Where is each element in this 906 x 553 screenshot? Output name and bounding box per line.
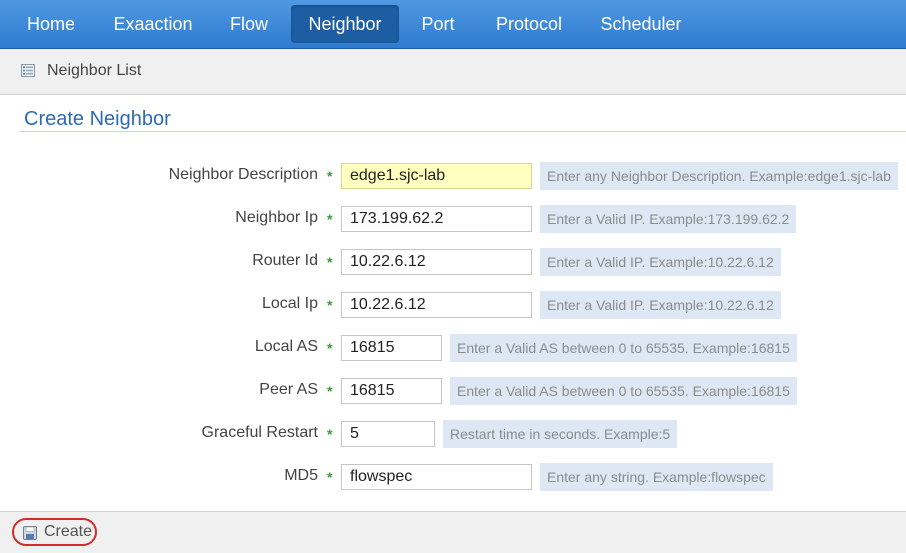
local-as-label: Local AS [254, 338, 318, 355]
required-marker: * [327, 254, 333, 270]
neighbor-ip-hint: Enter a Valid IP. Example:173.199.62.2 [540, 205, 797, 233]
graceful-restart-label: Graceful Restart [201, 424, 318, 441]
neighbor-description-input[interactable] [341, 163, 532, 189]
nav-port[interactable]: Port [410, 5, 466, 43]
required-marker: * [327, 340, 333, 356]
router-id-input[interactable] [341, 249, 532, 275]
list-icon [21, 64, 35, 77]
local-ip-label: Local Ip [261, 295, 318, 312]
md5-label: MD5 [284, 467, 318, 484]
peer-as-label: Peer AS [259, 381, 318, 398]
page-title: Create Neighbor [24, 108, 171, 130]
local-as-hint: Enter a Valid AS between 0 to 65535. Exa… [450, 334, 797, 362]
neighbor-list-link[interactable]: Neighbor List [47, 62, 141, 80]
peer-as-hint: Enter a Valid AS between 0 to 65535. Exa… [450, 377, 797, 405]
create-button[interactable]: Create [12, 518, 97, 546]
md5-hint: Enter any string. Example:flowspec [540, 463, 773, 491]
neighbor-description-label: Neighbor Description [168, 166, 318, 183]
nav-neighbor[interactable]: Neighbor [291, 5, 399, 43]
router-id-hint: Enter a Valid IP. Example:10.22.6.12 [540, 248, 781, 276]
router-id-label: Router Id [252, 252, 318, 269]
create-button-label: Create [44, 523, 93, 540]
required-marker: * [327, 426, 333, 442]
nav-scheduler[interactable]: Scheduler [590, 5, 692, 43]
required-marker: * [327, 168, 333, 184]
required-marker: * [327, 383, 333, 399]
neighbor-ip-label: Neighbor Ip [235, 209, 318, 226]
neighbor-ip-input[interactable] [341, 206, 532, 232]
required-marker: * [327, 469, 333, 485]
title-divider [19, 131, 906, 132]
save-icon [23, 526, 37, 540]
neighbor-description-hint: Enter any Neighbor Description. Example:… [540, 162, 898, 190]
peer-as-input[interactable] [341, 378, 442, 404]
breadcrumb: Neighbor List [0, 49, 906, 95]
nav-exaaction[interactable]: Exaaction [103, 5, 203, 43]
nav-flow[interactable]: Flow [218, 5, 280, 43]
local-ip-hint: Enter a Valid IP. Example:10.22.6.12 [540, 291, 781, 319]
graceful-restart-input[interactable] [341, 421, 435, 447]
form-footer: Create [0, 511, 906, 553]
local-ip-input[interactable] [341, 292, 532, 318]
required-marker: * [327, 297, 333, 313]
nav-protocol[interactable]: Protocol [483, 5, 575, 43]
graceful-restart-hint: Restart time in seconds. Example:5 [443, 420, 678, 448]
nav-home[interactable]: Home [14, 5, 88, 43]
required-marker: * [327, 211, 333, 227]
local-as-input[interactable] [341, 335, 442, 361]
md5-input[interactable] [341, 464, 532, 490]
top-navigation: Home Exaaction Flow Neighbor Port Protoc… [0, 0, 906, 49]
